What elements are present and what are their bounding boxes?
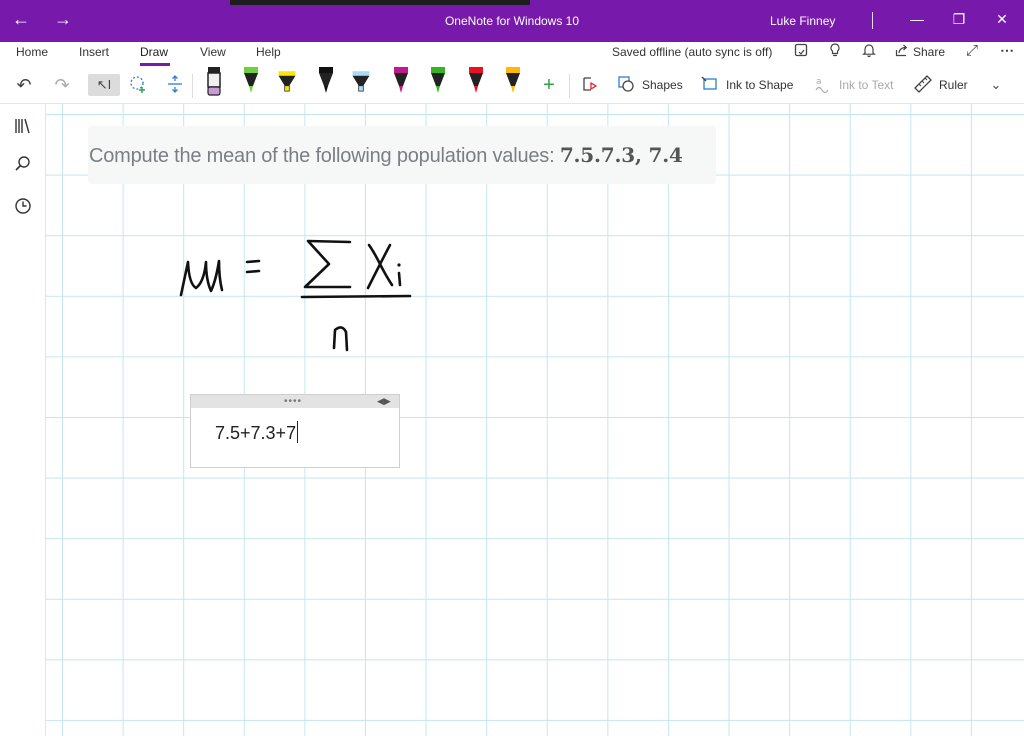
taskbar-strip <box>230 0 530 5</box>
share-label[interactable]: Share <box>913 45 945 59</box>
title-bar: ← → OneNote for Windows 10 Luke Finney —… <box>0 0 1024 42</box>
shapes-label[interactable]: Shapes <box>642 78 683 92</box>
x-variable <box>366 243 394 290</box>
highlighter-yellow-icon[interactable] <box>277 66 297 104</box>
pen-pink-icon[interactable] <box>204 66 224 104</box>
n-variable <box>332 326 349 352</box>
sync-status: Saved offline (auto sync is off) <box>612 45 773 59</box>
left-navigation <box>0 104 46 736</box>
undo-icon[interactable]: ↶ <box>13 74 35 96</box>
type-select-icon[interactable]: ↖I <box>88 74 120 96</box>
highlighter-blue-icon[interactable] <box>351 66 371 104</box>
search-icon[interactable] <box>12 154 34 176</box>
tab-help[interactable]: Help <box>256 45 281 59</box>
titlebar-separator <box>872 12 873 29</box>
pen-green-2-icon[interactable] <box>428 66 448 104</box>
ruler-icon[interactable] <box>912 74 934 96</box>
lasso-select-icon[interactable] <box>127 74 149 96</box>
subscript-i-dot <box>397 263 401 267</box>
shapes-icon[interactable] <box>615 74 637 96</box>
ink-to-text-label[interactable]: Ink to Text <box>839 78 893 92</box>
resize-arrows-icon[interactable]: ◀▶ <box>377 395 391 408</box>
redo-icon[interactable]: ↷ <box>51 74 73 96</box>
pen-magenta-icon[interactable] <box>391 66 411 104</box>
ink-to-shape-icon[interactable] <box>699 74 721 96</box>
grip-dots-icon[interactable]: •••• <box>284 395 302 408</box>
page-canvas[interactable]: Compute the mean of the following popula… <box>46 104 1024 736</box>
container-drag-handle[interactable]: •••• ◀▶ <box>191 395 399 408</box>
close-icon[interactable]: ✕ <box>991 11 1013 28</box>
mu-symbol <box>179 259 224 297</box>
app-title: OneNote for Windows 10 <box>444 14 580 28</box>
tab-home[interactable]: Home <box>16 45 48 59</box>
toolbar-separator-2 <box>569 74 570 98</box>
ruler-label[interactable]: Ruler <box>939 78 968 92</box>
typed-expression[interactable]: 7.5+7.3+7 <box>215 423 296 443</box>
add-pen-icon[interactable]: + <box>538 74 560 96</box>
bell-icon[interactable] <box>859 42 879 62</box>
pen-red-icon[interactable] <box>466 66 486 104</box>
ink-replay-icon[interactable] <box>578 74 600 96</box>
minimize-icon[interactable]: — <box>906 11 928 27</box>
more-options-icon[interactable]: ⋯ <box>997 42 1017 59</box>
share-icon[interactable] <box>892 42 912 62</box>
user-name[interactable]: Luke Finney <box>770 14 835 28</box>
text-caret <box>297 421 299 443</box>
restore-icon[interactable]: ❐ <box>948 11 970 28</box>
subscript-i <box>397 271 402 287</box>
text-container[interactable]: •••• ◀▶ 7.5+7.3+7 <box>190 394 400 468</box>
sigma-symbol <box>303 239 352 289</box>
pen-green-icon[interactable] <box>241 66 261 104</box>
ink-to-shape-label[interactable]: Ink to Shape <box>726 78 793 92</box>
text-input-content[interactable]: 7.5+7.3+7 <box>215 421 299 444</box>
ink-to-text-icon[interactable]: a <box>812 74 834 96</box>
chevron-down-icon[interactable]: ⌄ <box>985 74 1007 96</box>
ribbon-tabs: Home Insert Draw View Help Saved offline… <box>0 42 1024 66</box>
notebooks-icon[interactable] <box>12 116 34 138</box>
add-space-icon[interactable] <box>164 74 186 96</box>
pen-orange-icon[interactable] <box>503 66 523 104</box>
fraction-bar <box>300 294 412 299</box>
toolbar-separator <box>192 74 193 98</box>
recent-notes-icon[interactable] <box>12 196 34 218</box>
draw-toolbar: ↶ ↷ ↖I + Shapes Ink to Shape a Ink to Te… <box>0 66 1024 104</box>
tab-view[interactable]: View <box>200 45 226 59</box>
expand-icon[interactable]: ⤢ <box>962 42 982 59</box>
notebook-sync-icon[interactable] <box>791 42 811 62</box>
lightbulb-icon[interactable] <box>825 42 845 62</box>
tab-insert[interactable]: Insert <box>79 45 109 59</box>
svg-text:a: a <box>816 77 822 87</box>
pen-black-icon[interactable] <box>316 66 336 104</box>
tab-draw[interactable]: Draw <box>140 45 168 59</box>
equals-sign <box>245 259 261 274</box>
